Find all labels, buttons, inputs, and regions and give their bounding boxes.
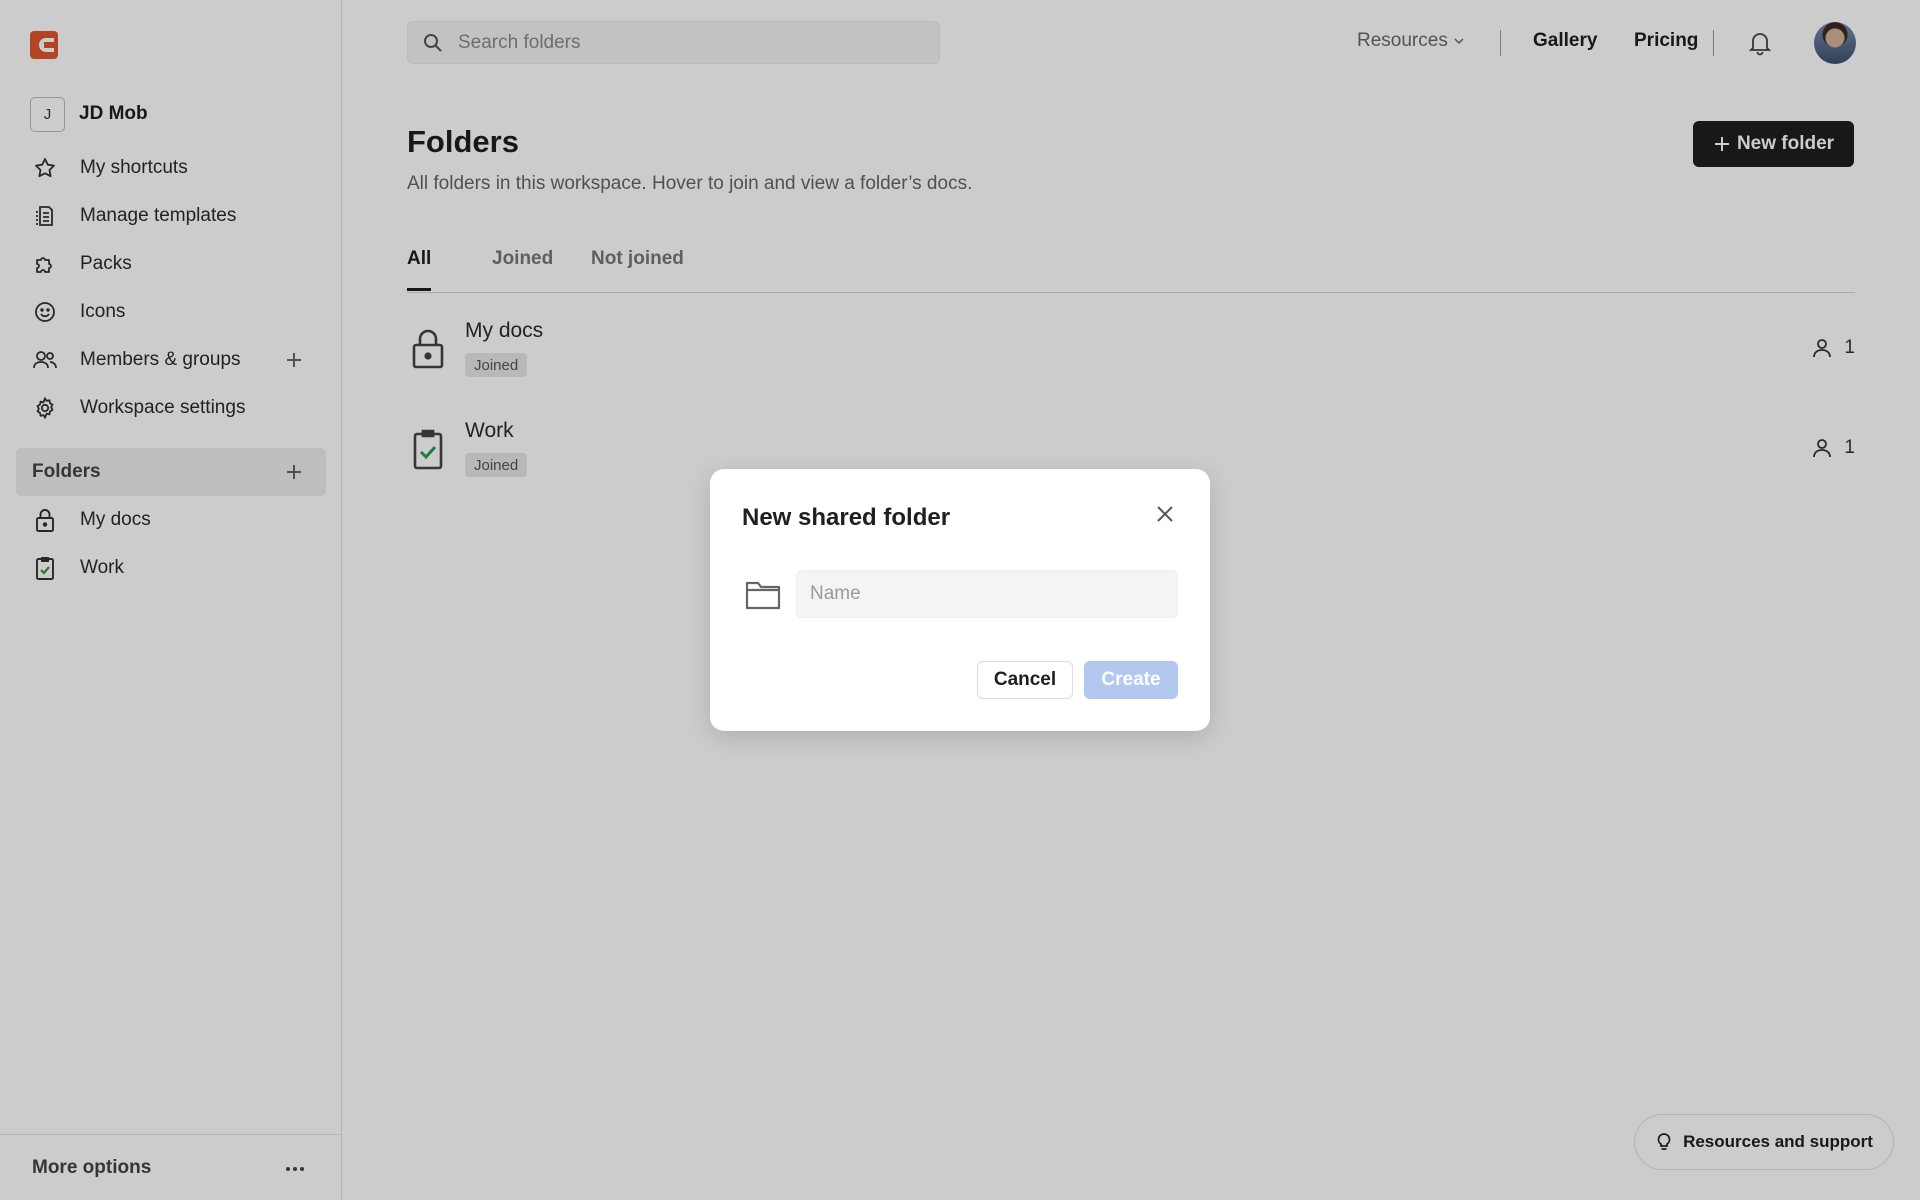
folder-icon <box>744 577 782 611</box>
cancel-button[interactable]: Cancel <box>977 661 1073 699</box>
dialog-title: New shared folder <box>742 504 951 531</box>
close-icon[interactable] <box>1154 503 1176 525</box>
create-button[interactable]: Create <box>1084 661 1178 699</box>
new-folder-dialog: New shared folder Cancel Create <box>710 469 1210 731</box>
folder-name-input[interactable] <box>796 570 1178 618</box>
